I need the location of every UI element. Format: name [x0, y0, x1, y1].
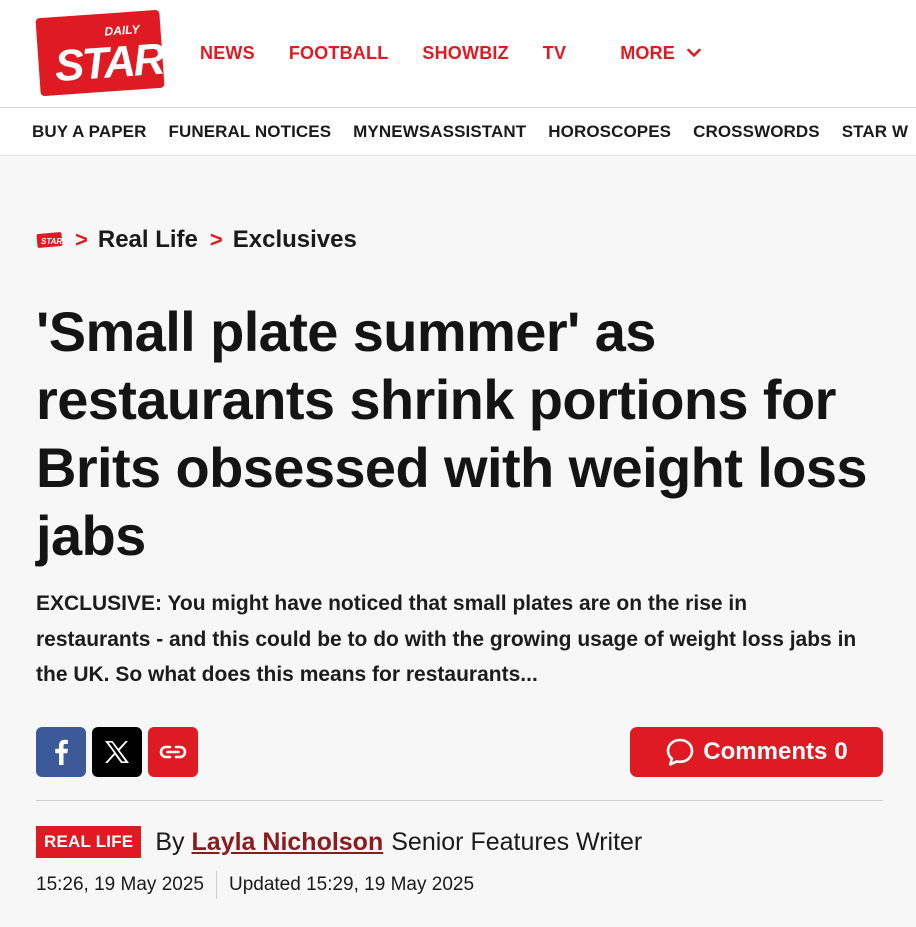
- speech-bubble-icon: [666, 738, 694, 766]
- breadcrumb: STAR > Real Life > Exclusives: [36, 224, 357, 256]
- primary-nav: NEWS FOOTBALL SHOWBIZ TV MORE: [200, 40, 701, 66]
- comments-label: Comments: [703, 738, 828, 765]
- byline-prefix: By: [155, 827, 185, 856]
- nav-item-label: TV: [542, 42, 567, 63]
- sec-nav-horoscopes[interactable]: HOROSCOPES: [548, 122, 671, 142]
- star-logo-icon[interactable]: STAR: [36, 231, 63, 249]
- breadcrumb-exclusives[interactable]: Exclusives: [233, 226, 357, 254]
- link-icon: [159, 745, 187, 759]
- secondary-nav: BUY A PAPER FUNERAL NOTICES MYNEWSASSIST…: [0, 108, 916, 156]
- nav-item-tv[interactable]: TV: [543, 43, 566, 64]
- nav-item-football[interactable]: FOOTBALL: [289, 43, 389, 64]
- nav-item-label: NEWS: [200, 42, 255, 63]
- sec-nav-mynewsassistant[interactable]: MYNEWSASSISTANT: [353, 122, 526, 142]
- share-facebook-button[interactable]: [36, 727, 86, 777]
- facebook-icon: [55, 739, 68, 765]
- article-headline: 'Small plate summer' as restaurants shri…: [36, 300, 868, 567]
- share-x-button[interactable]: [92, 727, 142, 777]
- nav-item-more[interactable]: MORE: [620, 43, 701, 64]
- section-badge[interactable]: REAL LIFE: [36, 826, 142, 858]
- nav-item-label: SHOWBIZ: [422, 42, 509, 63]
- comments-button[interactable]: Comments 0: [630, 727, 883, 777]
- byline: REAL LIFE By Layla Nicholson Senior Feat…: [36, 824, 642, 860]
- breadcrumb-real-life[interactable]: Real Life: [98, 226, 198, 254]
- sec-nav-funeral-notices[interactable]: FUNERAL NOTICES: [168, 122, 331, 142]
- breadcrumb-separator: >: [209, 227, 223, 252]
- sec-nav-buy-a-paper[interactable]: BUY A PAPER: [32, 122, 146, 142]
- chevron-down-icon: [687, 48, 701, 57]
- author-link[interactable]: Layla Nicholson: [192, 828, 384, 857]
- article-dates: 15:26, 19 May 2025 Updated 15:29, 19 May…: [36, 870, 474, 900]
- daily-star-logo[interactable]: DAILY STAR: [34, 8, 166, 98]
- nav-item-news[interactable]: NEWS: [200, 43, 255, 64]
- comments-count: 0: [834, 738, 848, 765]
- divider: [36, 800, 883, 801]
- nav-item-label: FOOTBALL: [288, 42, 389, 63]
- author-role: Senior Features Writer: [391, 827, 643, 856]
- sec-nav-crosswords[interactable]: CROSSWORDS: [693, 122, 820, 142]
- share-buttons: [36, 727, 198, 777]
- nav-item-label: MORE: [620, 42, 676, 63]
- breadcrumb-separator: >: [75, 227, 88, 252]
- svg-text:STAR: STAR: [41, 237, 62, 246]
- x-icon: [105, 741, 129, 763]
- site-header: DAILY STAR NEWS FOOTBALL SHOWBIZ TV MORE: [0, 0, 916, 108]
- logo-main-word: STAR: [53, 35, 166, 92]
- sec-nav-star-w[interactable]: STAR W: [842, 122, 908, 142]
- article: STAR > Real Life > Exclusives 'Small pla…: [0, 156, 916, 927]
- share-link-button[interactable]: [148, 727, 198, 777]
- published-timestamp: 15:26, 19 May 2025: [36, 874, 204, 895]
- updated-timestamp: Updated 15:29, 19 May 2025: [228, 874, 475, 895]
- article-standfirst: EXCLUSIVE: You might have noticed that s…: [36, 592, 857, 686]
- nav-item-showbiz[interactable]: SHOWBIZ: [422, 43, 508, 64]
- date-divider: [215, 871, 217, 899]
